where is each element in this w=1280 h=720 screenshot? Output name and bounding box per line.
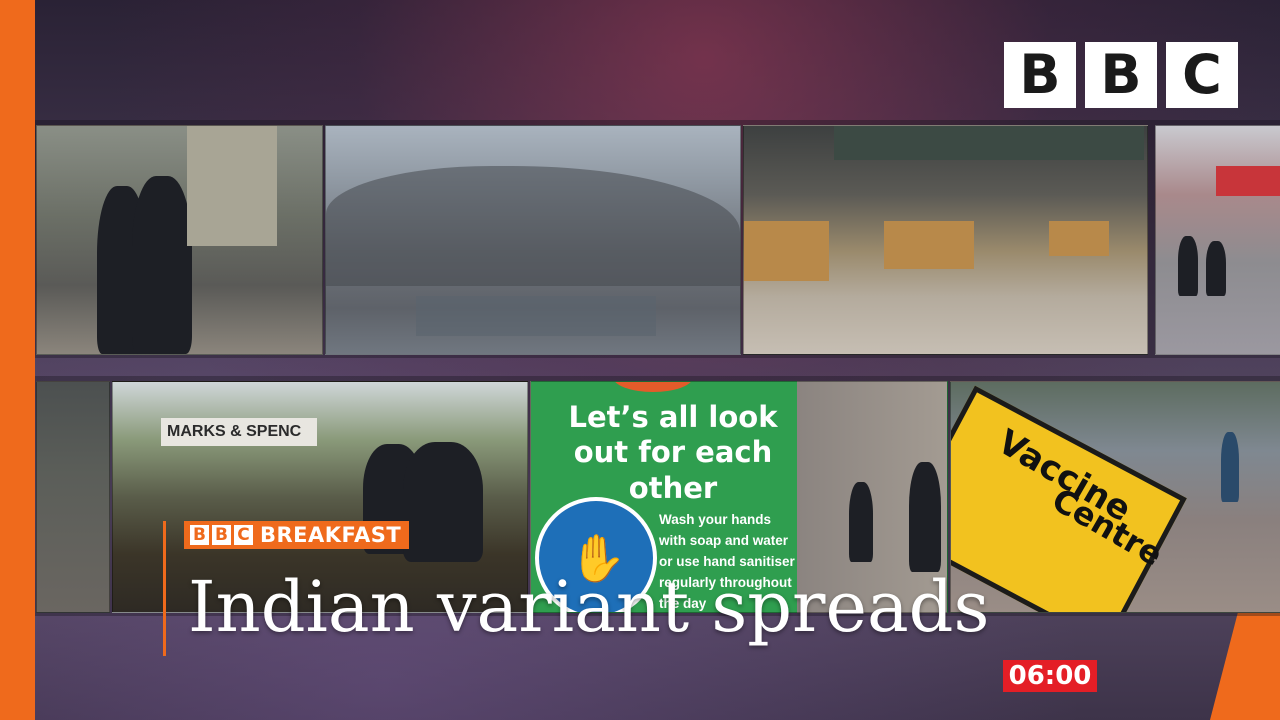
vaccine-centre-tile: Vaccine Centre [950, 381, 1280, 613]
brand-letter: C [234, 525, 253, 545]
headline: Indian variant spreads [188, 566, 990, 648]
poster-accent [613, 382, 693, 392]
programme-brand: B B C BREAKFAST [184, 521, 410, 549]
orange-left-edge [0, 0, 35, 720]
high-street-tile [1155, 125, 1280, 355]
logo-letter: B [1085, 42, 1157, 108]
brand-letter: B [212, 525, 231, 545]
brand-word: BREAKFAST [260, 523, 402, 547]
poster-title: Let’s all look out for each other [568, 400, 778, 505]
store-sign: MARKS & SPENC [161, 418, 317, 446]
logo-letter: C [1166, 42, 1238, 108]
bbc-logo: B B C [1004, 42, 1238, 108]
lower-third-bar [163, 521, 166, 656]
city-skyline-tile [325, 125, 741, 355]
street-shoppers-tile [36, 125, 323, 355]
street-edge-tile [36, 381, 110, 613]
clock: 06:00 [1003, 660, 1097, 692]
brand-letter: B [190, 525, 209, 545]
logo-letter: B [1004, 42, 1076, 108]
cafe-terrace-tile [743, 125, 1148, 355]
